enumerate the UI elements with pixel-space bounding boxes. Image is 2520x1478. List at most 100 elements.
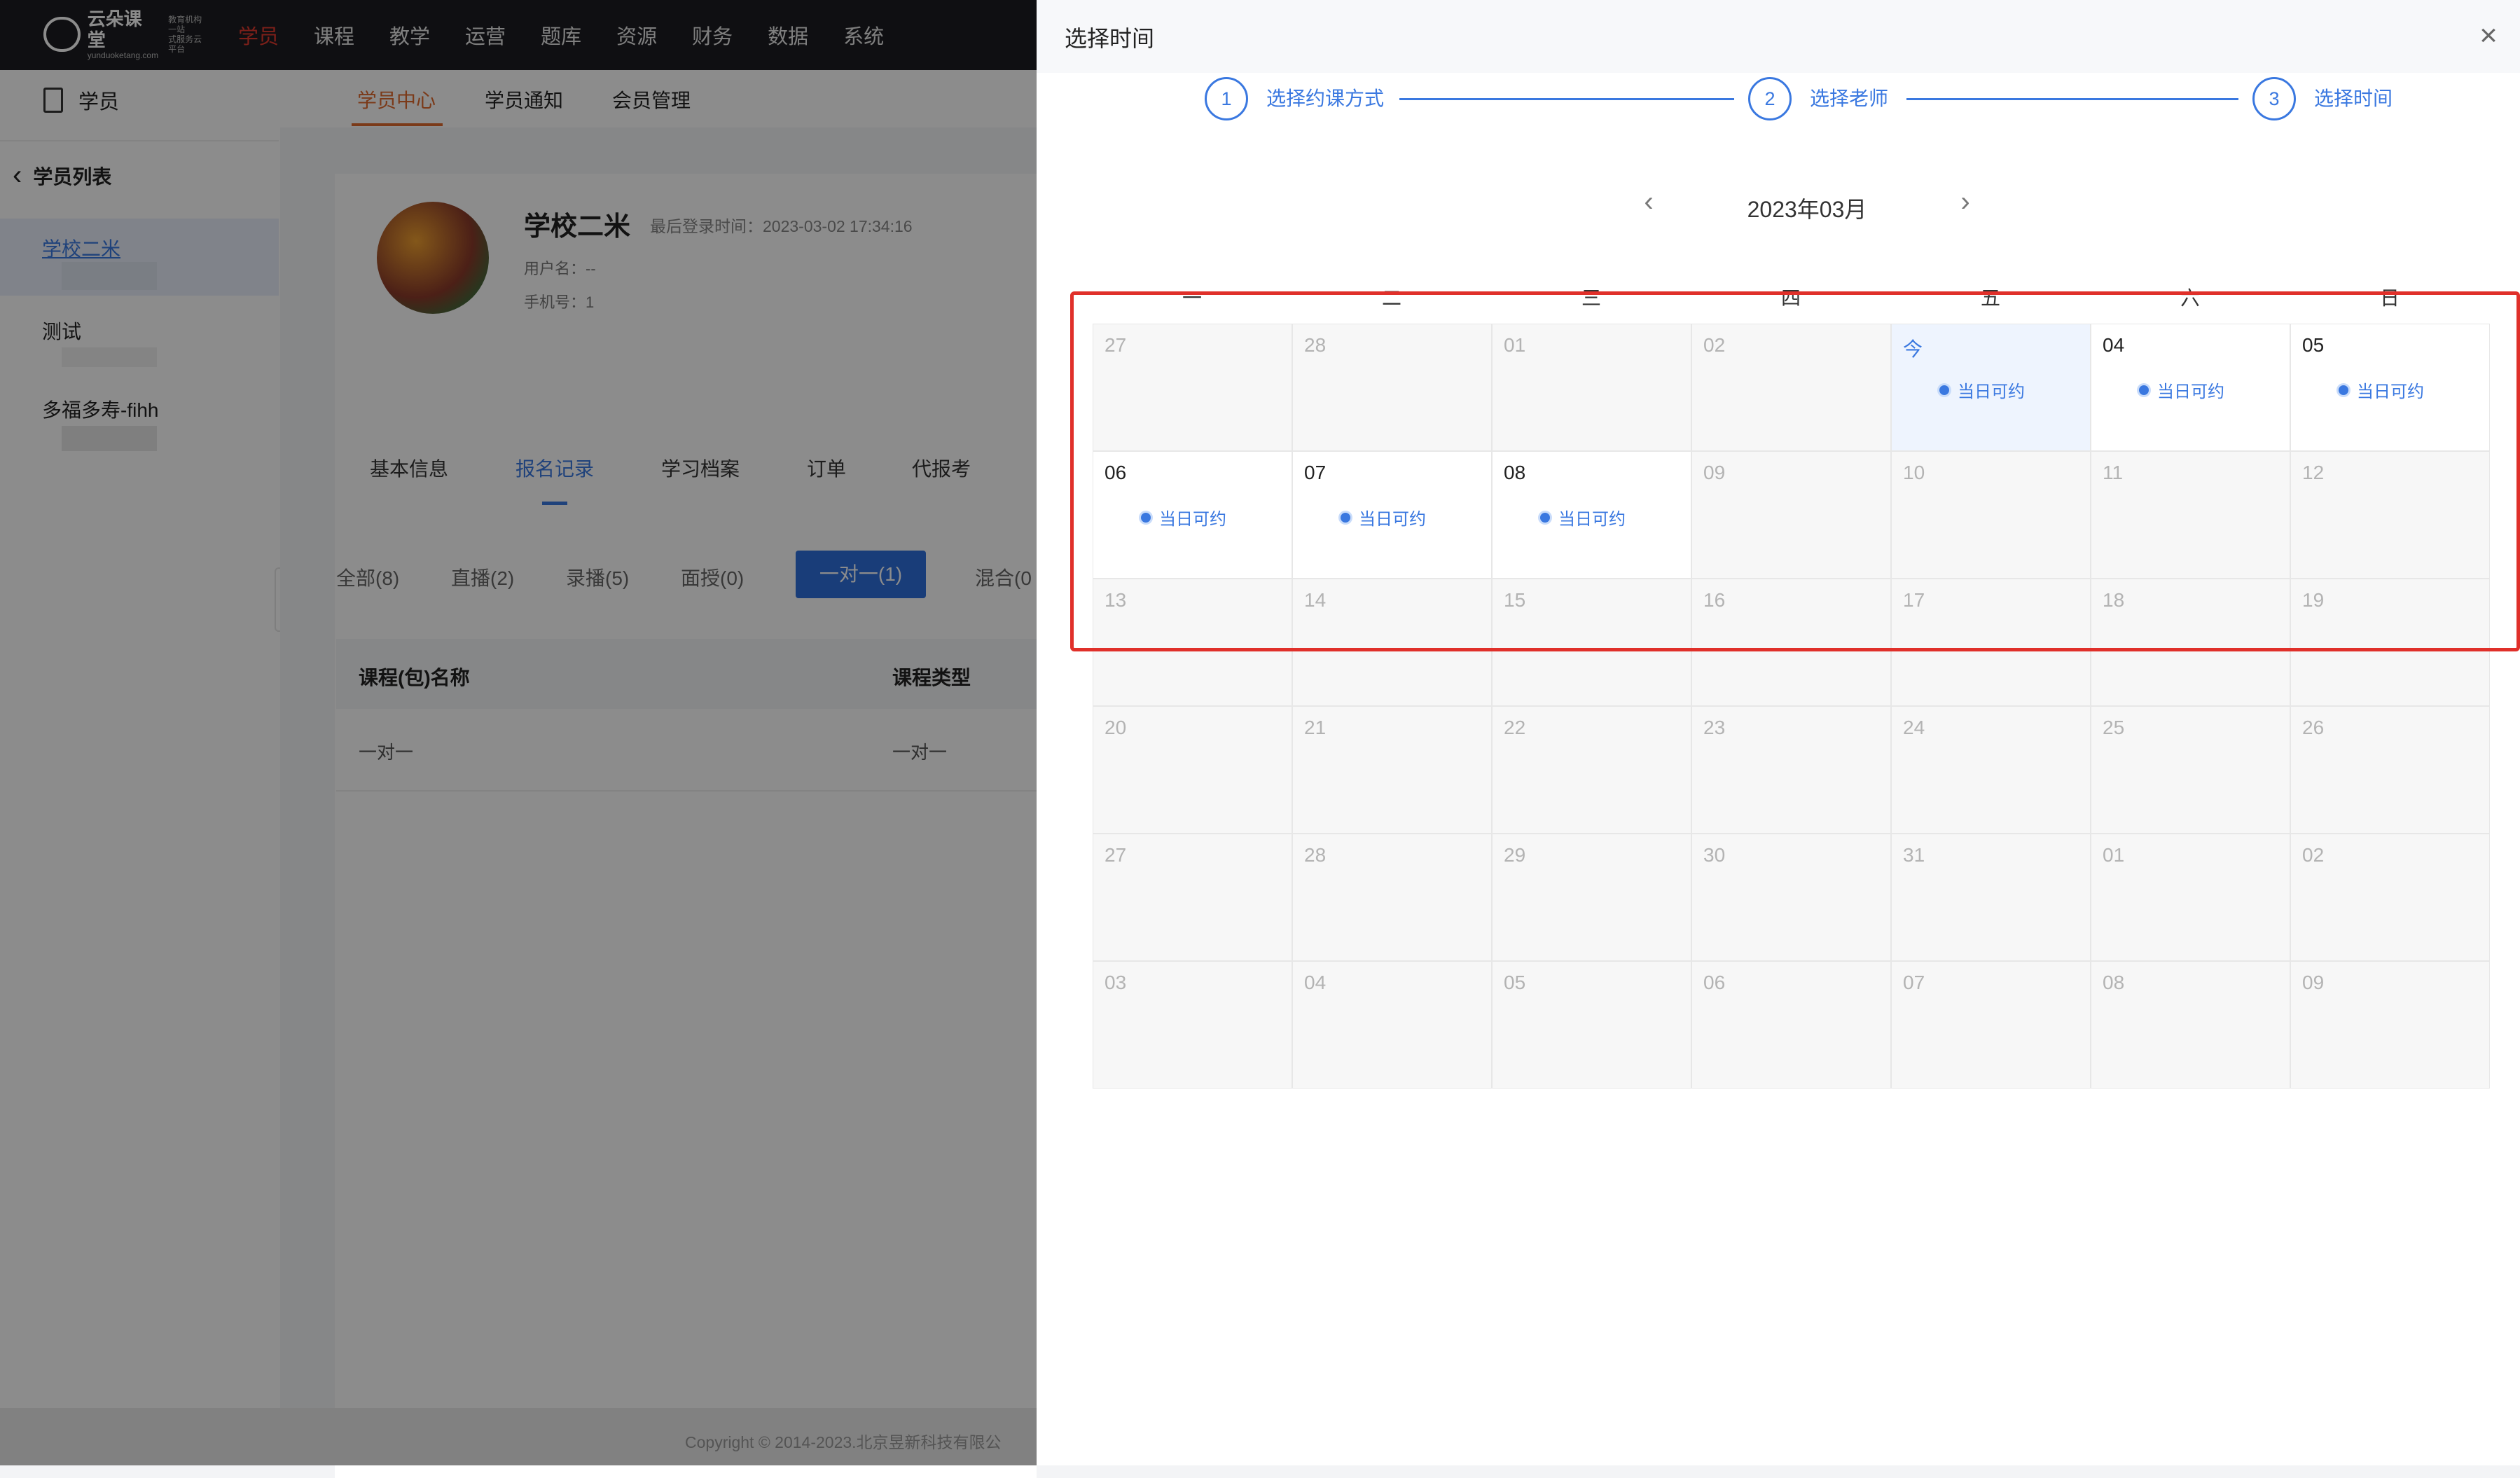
calendar-day: 10 xyxy=(1891,451,2091,579)
day-number: 02 xyxy=(1703,334,1726,356)
day-number: 23 xyxy=(1703,717,1726,738)
calendar-day: 09 xyxy=(1691,451,1891,579)
day-number: 11 xyxy=(2103,462,2124,483)
step-3-circle: 3 xyxy=(2252,77,2296,120)
dot-icon xyxy=(2139,385,2149,395)
step-connector xyxy=(1399,98,1734,100)
day-number: 05 xyxy=(2302,334,2325,356)
close-icon[interactable]: × xyxy=(2472,20,2505,52)
available-slot[interactable]: 当日可约 xyxy=(1341,505,1426,530)
calendar-day[interactable]: 08 当日可约 xyxy=(1492,451,1691,579)
available-slot[interactable]: 当日可约 xyxy=(1141,505,1226,530)
day-number: 18 xyxy=(2103,589,2125,611)
calendar-day: 27 xyxy=(1093,324,1292,451)
calendar-day: 13 xyxy=(1093,579,1292,706)
prev-month-icon[interactable]: ‹ xyxy=(1635,186,1663,218)
day-number: 02 xyxy=(2302,844,2325,866)
day-number: 09 xyxy=(1703,462,1726,483)
available-slot[interactable]: 当日可约 xyxy=(2339,378,2424,402)
calendar-day: 11 xyxy=(2091,451,2290,579)
day-number: 12 xyxy=(2302,462,2325,483)
step-connector xyxy=(1906,98,2238,100)
day-number: 28 xyxy=(1304,844,1327,866)
available-label: 当日可约 xyxy=(1159,510,1226,529)
select-time-drawer: 选择时间 × 1 选择约课方式 2 选择老师 3 选择时间 ‹ 2023年03月… xyxy=(1037,0,2520,1465)
calendar-day[interactable]: 05 当日可约 xyxy=(2290,324,2490,451)
calendar-day: 05 xyxy=(1492,961,1691,1089)
available-label: 当日可约 xyxy=(2357,382,2424,401)
calendar-day: 07 xyxy=(1891,961,2091,1089)
calendar-day: 19 xyxy=(2290,579,2490,706)
day-number: 25 xyxy=(2103,717,2125,738)
day-number: 08 xyxy=(1504,462,1526,483)
available-slot[interactable]: 当日可约 xyxy=(2139,378,2224,402)
day-number: 07 xyxy=(1304,462,1327,483)
modal-overlay[interactable] xyxy=(0,0,1037,1465)
day-number: 27 xyxy=(1105,844,1127,866)
drawer-title: 选择时间 xyxy=(1065,26,1155,51)
day-number: 今 xyxy=(1903,338,1923,360)
available-label: 当日可约 xyxy=(1359,510,1426,529)
day-number: 30 xyxy=(1703,844,1726,866)
calendar-day: 21 xyxy=(1292,706,1492,834)
calendar-day: 25 xyxy=(2091,706,2290,834)
day-number: 04 xyxy=(1304,972,1327,993)
day-number: 07 xyxy=(1903,972,1925,993)
calendar-day[interactable]: 06 当日可约 xyxy=(1093,451,1292,579)
weekday-tue: 二 xyxy=(1381,287,1401,309)
day-number: 21 xyxy=(1304,717,1327,738)
calendar-day: 22 xyxy=(1492,706,1691,834)
day-number: 10 xyxy=(1903,462,1925,483)
day-number: 14 xyxy=(1304,589,1327,611)
calendar-day: 18 xyxy=(2091,579,2290,706)
day-number: 22 xyxy=(1504,717,1526,738)
day-number: 31 xyxy=(1903,844,1925,866)
calendar-day: 30 xyxy=(1691,834,1891,961)
dot-icon xyxy=(1341,512,1350,523)
calendar-day: 03 xyxy=(1093,961,1292,1089)
weekday-sun: 日 xyxy=(2379,287,2400,309)
calendar-day: 01 xyxy=(1492,324,1691,451)
day-number: 06 xyxy=(1105,462,1127,483)
day-number: 19 xyxy=(2302,589,2325,611)
calendar-day[interactable]: 04 当日可约 xyxy=(2091,324,2290,451)
day-number: 28 xyxy=(1304,334,1327,356)
calendar-day: 04 xyxy=(1292,961,1492,1089)
calendar-day: 09 xyxy=(2290,961,2490,1089)
calendar-day: 14 xyxy=(1292,579,1492,706)
day-number: 01 xyxy=(2103,844,2125,866)
day-number: 05 xyxy=(1504,972,1526,993)
calendar-day: 29 xyxy=(1492,834,1691,961)
dot-icon xyxy=(1141,512,1151,523)
stepper: 1 选择约课方式 2 选择老师 3 选择时间 xyxy=(1205,77,2409,120)
weekday-mon: 一 xyxy=(1182,287,1202,309)
available-slot[interactable]: 当日可约 xyxy=(1939,378,2025,402)
calendar-day[interactable]: 07 当日可约 xyxy=(1292,451,1492,579)
day-number: 13 xyxy=(1105,589,1127,611)
calendar-day: 17 xyxy=(1891,579,2091,706)
day-number: 01 xyxy=(1504,334,1526,356)
day-number: 24 xyxy=(1903,717,1925,738)
calendar-day: 24 xyxy=(1891,706,2091,834)
step-1-label: 选择约课方式 xyxy=(1266,88,1385,109)
next-month-icon[interactable]: › xyxy=(1951,186,1979,218)
calendar-day: 02 xyxy=(2290,834,2490,961)
step-1-circle: 1 xyxy=(1205,77,1248,120)
calendar-day-today[interactable]: 今当日可约 xyxy=(1891,324,2091,451)
calendar-day: 12 xyxy=(2290,451,2490,579)
day-number: 08 xyxy=(2103,972,2125,993)
day-number: 17 xyxy=(1903,589,1925,611)
calendar-day: 31 xyxy=(1891,834,2091,961)
calendar-day: 06 xyxy=(1691,961,1891,1089)
calendar-day: 23 xyxy=(1691,706,1891,834)
calendar-day: 08 xyxy=(2091,961,2290,1089)
step-2-label: 选择老师 xyxy=(1810,88,1889,109)
available-slot[interactable]: 当日可约 xyxy=(1540,505,1626,530)
weekday-thu: 四 xyxy=(1780,287,1801,309)
day-number: 06 xyxy=(1703,972,1726,993)
calendar-grid: 27 28 01 02 今当日可约 04 当日可约 05 当日可约 06 当日可约 07 当日可约 08 当… xyxy=(1093,324,2493,1089)
step-3-label: 选择时间 xyxy=(2314,88,2393,109)
day-number: 26 xyxy=(2302,717,2325,738)
calendar-day: 15 xyxy=(1492,579,1691,706)
calendar-day: 26 xyxy=(2290,706,2490,834)
